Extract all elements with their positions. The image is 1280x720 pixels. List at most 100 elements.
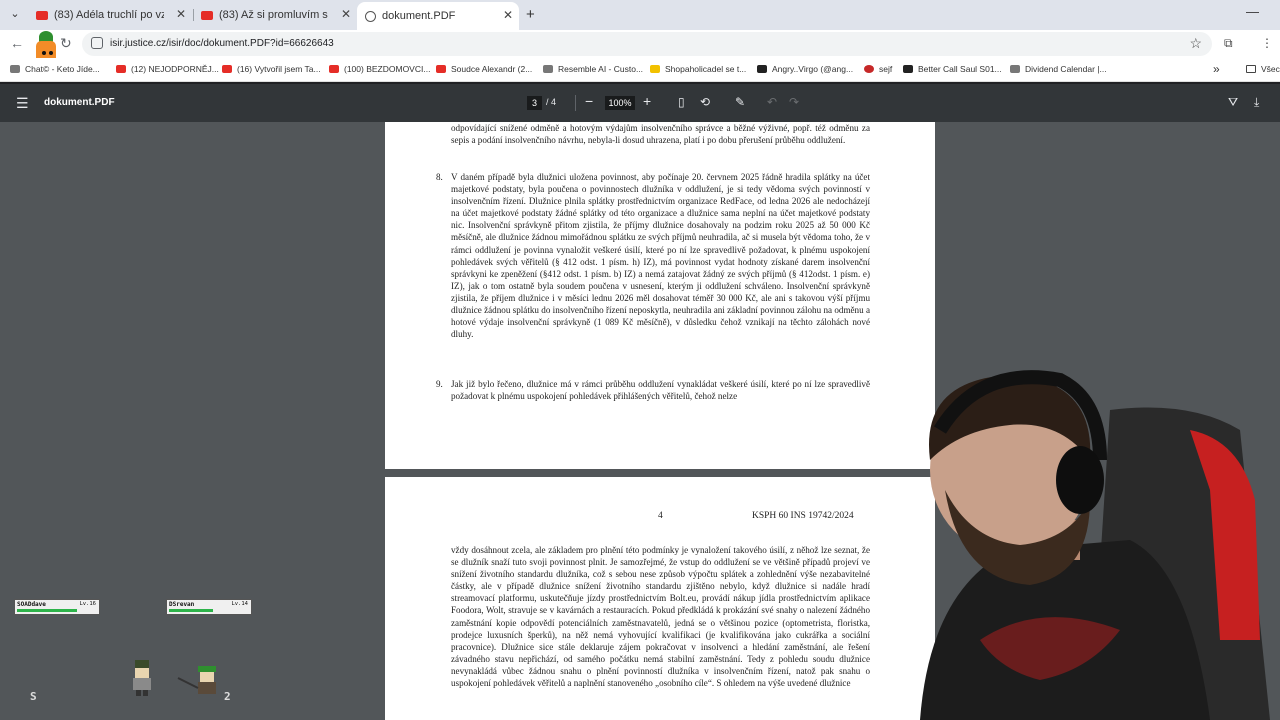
paragraph-text: odpovídající snížené odměně a hotovým vý… [451,123,870,146]
minimize-window-icon[interactable]: — [1246,4,1259,19]
bookmark-item[interactable]: Soudce Alexandr (2... [436,64,532,74]
close-tab-icon[interactable]: ✕ [176,7,186,21]
tab-youtube-2[interactable]: (83) Až si promluvím s novým p ✕ [193,4,357,26]
extensions-icon[interactable]: ⧉ [1224,36,1233,51]
bookmark-item[interactable]: Better Call Saul S01... [903,64,1002,74]
bookmark-item[interactable]: Angry..Virgo (@ang... [757,64,853,74]
player-level: Lv.16 [79,601,96,607]
bookmark-label: sejf [879,64,893,74]
reload-icon[interactable]: ↻ [60,35,72,52]
player-name: SOADdave [17,601,46,608]
bookmark-item[interactable]: (16) Vytvořil jsem Ta... [222,64,321,74]
bookmark-item[interactable]: Dividend Calendar |... [1010,64,1107,74]
pixel-character-icon [177,666,216,694]
overlay-badge: 2 [224,690,231,703]
page-number-input[interactable]: 3 [527,96,542,110]
bookmark-favicon-icon [1010,65,1020,73]
bookmark-label: Chat© - Keto Jíde... [25,64,100,74]
bookmark-favicon-icon [864,65,874,73]
folder-icon [1246,65,1256,73]
url-text[interactable]: isir.justice.cz/isir/doc/dokument.PDF?id… [110,38,334,49]
zoom-in-icon[interactable]: + [643,93,651,109]
bookmark-favicon-icon [10,65,20,73]
page-number: 4 [658,511,663,521]
paragraph-text: Jak již bylo řečeno, dlužnice má v rámci… [451,379,870,402]
case-number: KSPH 60 INS 19742/2024 [752,511,854,521]
bookmark-favicon-icon [903,65,913,73]
player-level: Lv.14 [231,601,248,607]
bookmark-folder[interactable]: Všec [1246,64,1280,74]
fit-page-icon[interactable]: ▯ [678,95,685,109]
rotate-icon[interactable]: ⟲ [700,95,710,109]
youtube-icon [116,65,126,73]
youtube-icon [222,65,232,73]
divider [575,95,576,111]
overlay-badge: S [30,690,37,703]
address-bar[interactable]: isir.justice.cz/isir/doc/dokument.PDF?id… [82,32,1212,56]
page-count: / 4 [546,97,557,107]
bookmark-item[interactable]: (100) BEZDOMOVCI... [329,64,430,74]
bookmark-label: Better Call Saul S01... [918,64,1002,74]
menu-icon[interactable]: ☰ [16,95,29,112]
bookmark-item[interactable]: (12) NEJODPORNĚJ... [116,64,219,74]
player-name: DSrevan [169,601,195,608]
bookmark-label: (100) BEZDOMOVCI... [344,64,431,74]
zoom-out-icon[interactable]: − [585,93,593,109]
download-icon[interactable]: ⤓ [1254,95,1259,110]
close-tab-icon[interactable]: ✕ [503,8,513,22]
hp-fill [17,609,77,612]
annotate-icon[interactable]: ✎ [735,95,745,109]
bookmarks-bar: Chat© - Keto Jíde... (12) NEJODPORNĚJ...… [0,58,1280,82]
tab-strip: ⌄ (83) Adéla truchlí po vztahu s L ✕ (83… [0,0,1280,30]
webcam-feed [920,370,1270,720]
tab-dokument-pdf[interactable]: dokument.PDF ✕ [357,2,519,30]
bookmark-label: Soudce Alexandr (2... [451,64,533,74]
pdf-toolbar: ☰ dokument.PDF 3 / 4 − 100% + ▯ ⟲ ✎ ↶ ↷ … [0,84,1280,122]
tab-title: dokument.PDF [382,10,456,22]
paragraph-number: 8. [436,172,443,182]
tab-youtube-1[interactable]: (83) Adéla truchlí po vztahu s L ✕ [28,4,192,26]
close-tab-icon[interactable]: ✕ [341,7,351,21]
paragraph-text: V daném případě byla dlužnici uložena po… [451,172,870,340]
hp-fill [169,609,213,612]
bookmark-label: Angry..Virgo (@ang... [772,64,854,74]
bookmark-label: (12) NEJODPORNĚJ... [131,64,219,74]
pdf-title: dokument.PDF [44,97,115,108]
zoom-input[interactable]: 100% [605,96,635,110]
site-info-icon[interactable] [91,37,103,49]
pdf-page-4: 4 KSPH 60 INS 19742/2024 vždy dosáhnout … [385,477,935,720]
tab-search-icon[interactable]: ⌄ [6,5,24,23]
address-toolbar: ← ↻ isir.justice.cz/isir/doc/dokument.PD… [0,30,1280,58]
bookmark-label: (16) Vytvořil jsem Ta... [237,64,321,74]
new-tab-icon[interactable]: + [526,6,535,23]
pixel-character-icon [133,660,151,696]
profile-menu-icon[interactable]: ⋮ [1261,36,1273,50]
player-hp-bar: SOADdave Lv.16 [14,599,100,615]
back-arrow-icon[interactable]: ← [10,35,24,51]
bookmark-label: Shopaholicadel se t... [665,64,747,74]
pdf-page-3: odpovídající snížené odměně a hotovým vý… [385,122,935,469]
youtube-icon [329,65,339,73]
globe-icon [365,10,376,22]
bookmark-label: Dividend Calendar |... [1025,64,1107,74]
redo-icon[interactable]: ↷ [789,95,799,109]
more-bookmarks-icon[interactable]: » [1213,62,1220,76]
resemble-icon [543,65,553,73]
youtube-icon [436,65,446,73]
bookmark-item[interactable]: Shopaholicadel se t... [650,64,746,74]
bookmark-label: Resemble AI - Custo... [558,64,644,74]
tab-title: (83) Adéla truchlí po vztahu s L [54,9,164,21]
undo-icon[interactable]: ↶ [767,95,777,109]
paragraph-number: 9. [436,379,443,389]
bookmark-item[interactable]: Resemble AI - Custo... [543,64,643,74]
bookmark-star-icon[interactable]: ☆ [1189,35,1202,52]
tab-title: (83) Až si promluvím s novým p [219,9,329,21]
youtube-icon [201,10,213,20]
drive-icon[interactable]: ⛛ [1228,95,1238,110]
youtube-icon [36,10,48,20]
bookmark-label: Všec [1261,64,1280,74]
paragraph-text: vždy dosáhnout zcela, ale základem pro p… [451,545,870,689]
bookmark-item[interactable]: sejf [864,64,892,74]
bookmark-item[interactable]: Chat© - Keto Jíde... [10,64,100,74]
screen: ⌄ (83) Adéla truchlí po vztahu s L ✕ (83… [0,0,1280,720]
